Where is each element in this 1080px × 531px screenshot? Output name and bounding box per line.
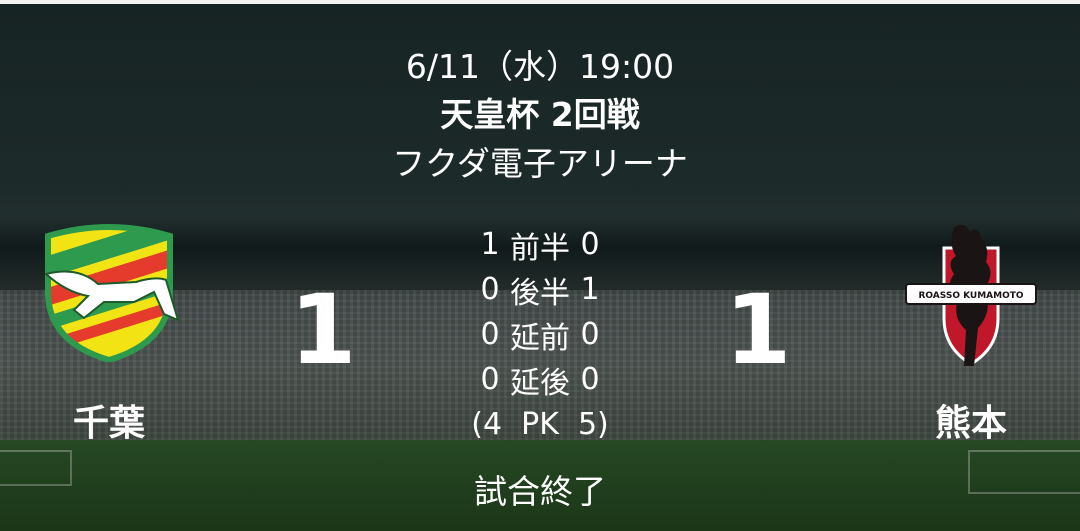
period-label: 後半 [510, 275, 570, 311]
period-home-score: 0 [480, 272, 500, 307]
period-away-score: 1 [580, 272, 600, 307]
period-label: 延前 [510, 320, 570, 356]
period-row-extra-first: 0 延前 0 [440, 312, 640, 357]
period-row-second-half: 0 後半 1 [440, 267, 640, 312]
home-score: 1 [289, 274, 357, 386]
top-strip [0, 0, 1080, 4]
period-home-score: 0 [480, 362, 500, 397]
period-scores: 1 前半 0 0 後半 1 0 延前 0 0 延後 0 (4 PK 5) [440, 222, 640, 447]
period-label: 延後 [510, 365, 570, 401]
period-home-score: 1 [480, 227, 500, 262]
home-team-name: 千葉 [72, 403, 145, 444]
away-emblem-text: ROASSO KUMAMOTO [918, 291, 1023, 301]
away-team-name: 熊本 [934, 403, 1007, 444]
match-datetime: 6/11（水）19:00 [405, 47, 675, 86]
period-row-extra-second: 0 延後 0 [440, 357, 640, 402]
period-away-score: 0 [580, 362, 600, 397]
away-score: 1 [724, 274, 792, 386]
period-label: 前半 [510, 230, 570, 266]
period-home-score: 0 [480, 317, 500, 352]
away-team-emblem: ROASSO KUMAMOTO [904, 218, 1038, 370]
penalty-kick-score: (4 PK 5) [471, 407, 609, 442]
period-away-score: 0 [580, 227, 600, 262]
period-away-score: 0 [580, 317, 600, 352]
competition-name: 天皇杯 2回戦 [440, 95, 640, 134]
venue-name: フクダ電子アリーナ [392, 144, 688, 183]
period-row-first-half: 1 前半 0 [440, 222, 640, 267]
match-status: 試合終了 [474, 472, 606, 511]
home-team-emblem [38, 222, 180, 364]
